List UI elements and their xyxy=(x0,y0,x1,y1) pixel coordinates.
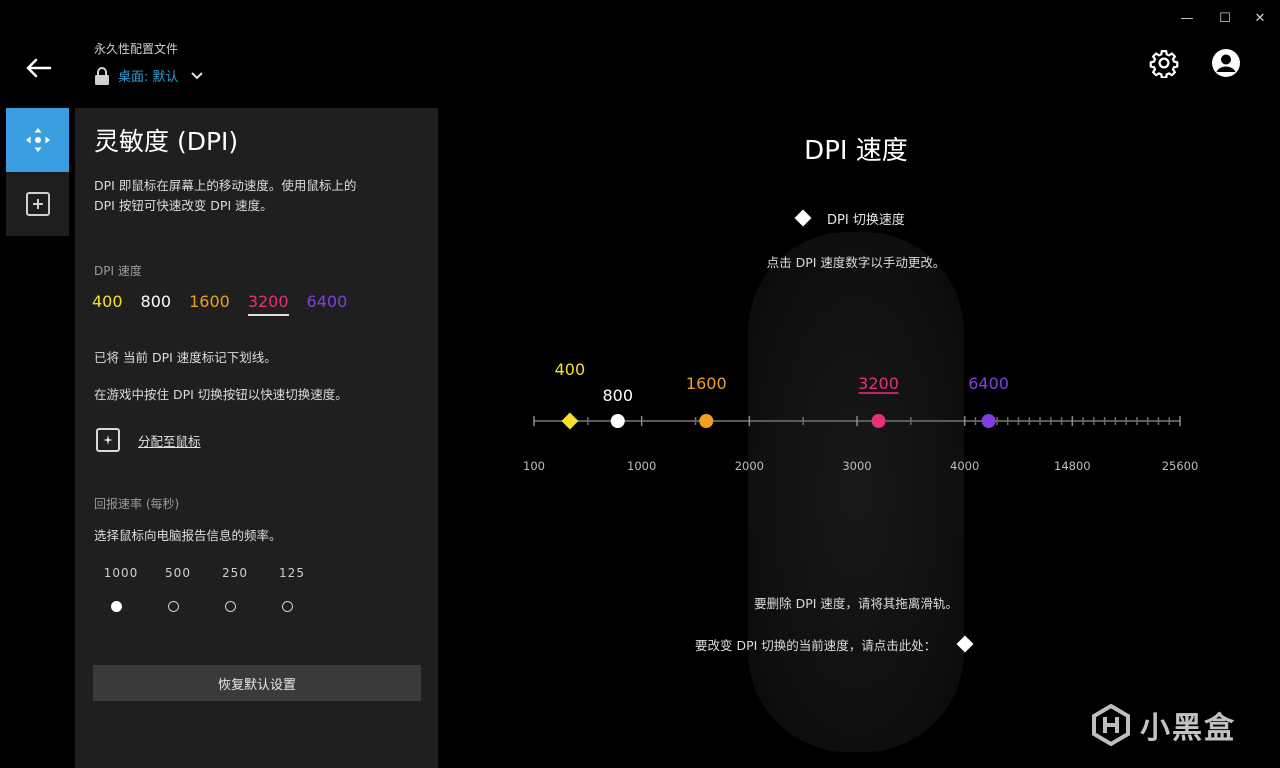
slider-tick-label-25600: 25600 xyxy=(1162,459,1199,473)
report-rate-description: 选择鼠标向电脑报告信息的频率。 xyxy=(94,528,282,543)
slider-tick-label-14800: 14800 xyxy=(1054,459,1091,473)
main-title: DPI 速度 xyxy=(804,136,908,166)
hint-manual-edit: 点击 DPI 速度数字以手动更改。 xyxy=(766,255,946,270)
move-arrows-icon xyxy=(25,128,50,152)
heybox-logo-icon xyxy=(1092,704,1130,746)
slider-tick-label-100: 100 xyxy=(523,459,545,473)
slider-markers[interactable]: 400 800 1600 3200 6400 xyxy=(555,360,1009,430)
dpi-marker-dot[interactable] xyxy=(699,414,714,428)
dpi-slider[interactable]: 100 1000 2000 3000 4000 14800 25600 400 800 1600… xyxy=(520,360,1210,490)
report-rate-radio-500[interactable] xyxy=(168,601,179,612)
dpi-marker-6400[interactable]: 6400 xyxy=(968,374,1009,428)
dpi-marker-dot[interactable] xyxy=(981,414,996,428)
hint-shift-speed: 要改变 DPI 切换的当前速度，请点击此处： xyxy=(695,637,937,653)
dpi-value-1600[interactable]: 1600 xyxy=(189,292,230,316)
arrow-left-icon xyxy=(26,58,52,78)
watermark: 小黑盒 xyxy=(1090,703,1236,747)
report-rate-label-500: 500 xyxy=(165,566,191,580)
assign-to-mouse-link[interactable]: 分配至鼠标 xyxy=(96,428,201,452)
dpi-marker-1600[interactable]: 1600 xyxy=(686,374,727,428)
settings-button[interactable] xyxy=(1147,46,1181,80)
slider-tick-label-3000: 3000 xyxy=(842,459,871,473)
dpi-value-6400[interactable]: 6400 xyxy=(307,292,348,316)
mouse-silhouette xyxy=(748,232,964,752)
sidebar-item-assignments[interactable] xyxy=(6,172,69,236)
lock-icon xyxy=(95,66,109,85)
assign-label: 分配至鼠标 xyxy=(138,433,201,449)
dpi-marker-dot[interactable] xyxy=(871,414,886,428)
shift-speed-row: 要改变 DPI 切换的当前速度，请点击此处： xyxy=(695,633,976,655)
report-rate-label: 回报速率 (每秒) xyxy=(94,497,180,511)
account-button[interactable] xyxy=(1209,46,1243,80)
profile-selector[interactable]: 桌面: 默认 xyxy=(94,66,203,85)
report-rate-label-1000: 1000 xyxy=(103,566,139,580)
panel-title: 灵敏度 (DPI) xyxy=(94,127,239,156)
report-rate-radio-250[interactable] xyxy=(225,601,236,612)
slider-tick-label-1000: 1000 xyxy=(627,459,656,473)
close-button[interactable]: ✕ xyxy=(1250,8,1270,28)
slider-tick-labels: 100 1000 2000 3000 4000 14800 25600 xyxy=(523,459,1198,473)
report-rate-label-125: 125 xyxy=(279,566,305,580)
dpi-marker-label-400[interactable]: 400 xyxy=(555,360,586,379)
dpi-marker-dot[interactable] xyxy=(610,414,625,428)
note-underline: 已将 当前 DPI 速度标记下划线。 xyxy=(94,350,277,365)
dpi-value-3200[interactable]: 3200 xyxy=(247,292,289,316)
note-shift-button: 在游戏中按住 DPI 切换按钮以快速切换速度。 xyxy=(94,387,348,402)
dpi-marker-label-1600[interactable]: 1600 xyxy=(686,374,727,393)
dpi-marker-label-800[interactable]: 800 xyxy=(602,386,633,405)
chevron-down-icon xyxy=(190,71,203,79)
hint-remove-dpi: 要删除 DPI 速度，请将其拖离滑轨。 xyxy=(754,596,958,611)
profile-name: 桌面: 默认 xyxy=(118,70,179,85)
panel-description: DPI 即鼠标在屏幕上的移动速度。使用鼠标上的 DPI 按钮可快速改变 DPI … xyxy=(94,176,356,216)
legend-text: DPI 切换速度 xyxy=(827,212,905,228)
dpi-value-400[interactable]: 400 xyxy=(92,292,123,316)
slider-tick-label-4000: 4000 xyxy=(950,459,979,473)
assign-plus-icon xyxy=(96,428,120,452)
diamond-icon xyxy=(794,209,812,227)
dpi-marker-400[interactable]: 400 xyxy=(555,360,586,430)
slider-tick-label-2000: 2000 xyxy=(735,459,764,473)
report-rate-label-250: 250 xyxy=(222,566,248,580)
report-rate-radio-1000[interactable] xyxy=(111,601,122,612)
maximize-button[interactable]: ☐ xyxy=(1215,8,1235,28)
add-square-icon xyxy=(25,192,50,216)
sidebar-item-pointer[interactable] xyxy=(6,108,69,172)
dpi-speed-label: DPI 速度 xyxy=(94,264,142,278)
dpi-marker-label-6400[interactable]: 6400 xyxy=(968,374,1009,393)
dpi-values-list: 400 800 1600 3200 6400 xyxy=(92,292,365,316)
dpi-shift-diamond-button[interactable] xyxy=(954,633,976,655)
dpi-marker-label-3200[interactable]: 3200 xyxy=(858,374,899,393)
dpi-marker-3200[interactable]: 3200 xyxy=(858,374,899,428)
restore-defaults-button[interactable]: 恢复默认设置 xyxy=(93,665,421,701)
watermark-text: 小黑盒 xyxy=(1140,711,1236,746)
minimize-button[interactable]: — xyxy=(1177,8,1197,28)
profile-caption: 永久性配置文件 xyxy=(94,42,179,56)
description-line: DPI 即鼠标在屏幕上的移动速度。使用鼠标上的 xyxy=(94,178,357,193)
dpi-shift-legend: DPI 切换速度 xyxy=(793,208,905,228)
sidebar xyxy=(6,108,69,236)
user-avatar-icon xyxy=(1212,49,1240,77)
back-button[interactable] xyxy=(20,50,56,86)
gear-icon xyxy=(1149,50,1179,78)
dpi-value-800[interactable]: 800 xyxy=(141,292,172,316)
report-rate-radio-125[interactable] xyxy=(282,601,293,612)
description-line: DPI 按钮可快速改变 DPI 速度。 xyxy=(94,198,273,213)
dpi-marker-diamond[interactable] xyxy=(561,412,579,430)
